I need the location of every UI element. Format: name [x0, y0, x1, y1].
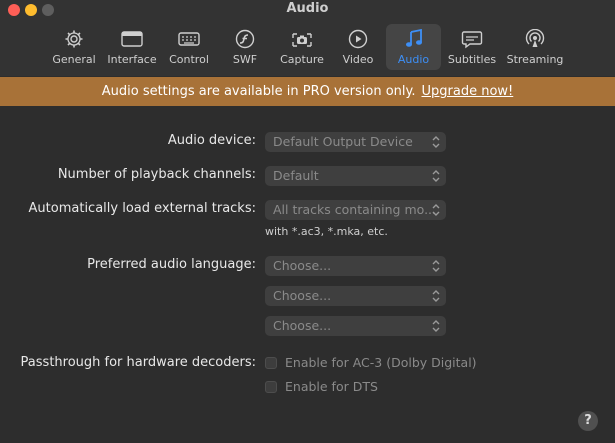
tab-subtitles[interactable]: Subtitles: [446, 24, 498, 70]
tab-video[interactable]: Video: [337, 24, 379, 70]
chevron-updown-icon: [432, 320, 440, 332]
help-button[interactable]: ?: [578, 411, 598, 431]
dts-passthrough-checkbox[interactable]: [265, 380, 277, 393]
external-tracks-label: Automatically load external tracks:: [28, 201, 256, 216]
chevron-updown-icon: [432, 170, 440, 182]
tab-capture[interactable]: Capture: [277, 24, 327, 70]
external-tracks-value: All tracks containing mo...: [273, 202, 436, 217]
tab-swf[interactable]: SWF: [223, 24, 267, 70]
play-icon: [347, 28, 369, 50]
preferred-language-value: Choose...: [273, 318, 332, 333]
chevron-updown-icon: [432, 260, 440, 272]
playback-channels-value: Default: [273, 168, 319, 183]
tab-subtitles-label: Subtitles: [447, 53, 497, 66]
broadcast-icon: [524, 28, 546, 50]
preferences-toolbar: General Interface Control SWF Capture Vi…: [0, 24, 615, 70]
tab-streaming-label: Streaming: [506, 53, 564, 66]
tab-interface-label: Interface: [107, 53, 157, 66]
preferred-language-value: Choose...: [273, 258, 332, 273]
tab-interface[interactable]: Interface: [105, 24, 159, 70]
audio-device-select[interactable]: Default Output Device: [265, 132, 446, 152]
dts-passthrough-option[interactable]: Enable for DTS: [265, 379, 378, 394]
flash-icon: [234, 28, 256, 50]
chevron-updown-icon: [432, 204, 440, 216]
external-tracks-hint: with *.ac3, *.mka, etc.: [265, 225, 388, 238]
passthrough-label: Passthrough for hardware decoders:: [20, 355, 256, 370]
tab-general[interactable]: General: [49, 24, 99, 70]
tab-control-label: Control: [169, 53, 209, 66]
preferred-language-value: Choose...: [273, 288, 332, 303]
preferred-language-label: Preferred audio language:: [87, 257, 256, 272]
tab-general-label: General: [52, 53, 96, 66]
gear-icon: [63, 28, 85, 50]
preferred-language-select-1[interactable]: Choose...: [265, 256, 446, 276]
pro-upgrade-banner: Audio settings are available in PRO vers…: [0, 77, 615, 106]
window-title: Audio: [286, 1, 329, 16]
ac3-passthrough-label: Enable for AC-3 (Dolby Digital): [285, 355, 477, 370]
tab-swf-label: SWF: [232, 53, 258, 66]
playback-channels-label: Number of playback channels:: [57, 167, 256, 182]
external-tracks-select[interactable]: All tracks containing mo...: [265, 200, 446, 220]
audio-device-value: Default Output Device: [273, 134, 413, 149]
music-note-icon: [403, 28, 425, 50]
chevron-updown-icon: [432, 136, 440, 148]
chevron-updown-icon: [432, 290, 440, 302]
camera-icon: [291, 28, 313, 50]
tab-capture-label: Capture: [280, 53, 324, 66]
tab-audio[interactable]: Audio: [386, 24, 441, 70]
preferred-language-select-3[interactable]: Choose...: [265, 316, 446, 336]
keyboard-icon: [178, 28, 200, 50]
tab-control[interactable]: Control: [165, 24, 213, 70]
tab-video-label: Video: [342, 53, 374, 66]
playback-channels-select[interactable]: Default: [265, 166, 446, 186]
upgrade-now-link[interactable]: Upgrade now!: [422, 84, 514, 99]
dts-passthrough-label: Enable for DTS: [285, 379, 378, 394]
audio-device-label: Audio device:: [167, 133, 256, 148]
title-bar: Audio General Interface Control SWF Capt…: [0, 0, 615, 76]
preferred-language-select-2[interactable]: Choose...: [265, 286, 446, 306]
tab-streaming[interactable]: Streaming: [506, 24, 564, 70]
window-icon: [121, 28, 143, 50]
ac3-passthrough-option[interactable]: Enable for AC-3 (Dolby Digital): [265, 355, 477, 370]
ac3-passthrough-checkbox[interactable]: [265, 356, 277, 369]
tab-audio-label: Audio: [397, 53, 430, 66]
banner-message: Audio settings are available in PRO vers…: [101, 84, 416, 99]
speech-bubble-icon: [461, 28, 483, 50]
